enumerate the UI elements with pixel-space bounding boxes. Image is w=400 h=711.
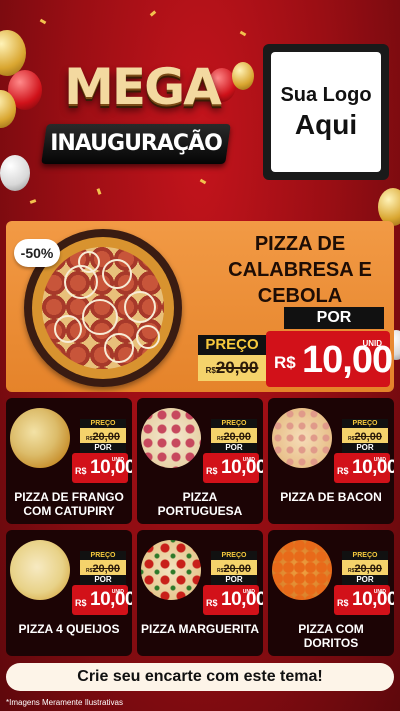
onion-ring xyxy=(54,315,82,343)
pizza-image xyxy=(10,408,70,468)
new-price-value: 10,00 xyxy=(90,457,132,478)
por-label: POR xyxy=(342,443,388,453)
currency-label: R$ xyxy=(337,598,349,608)
product-name: PIZZA 4 QUEIJOS xyxy=(18,622,120,636)
product-card[interactable]: PREÇO R$20,00 POR UNID R$ 10,00 PIZZA MARGUERI… xyxy=(137,530,263,656)
old-price-value: 20,00 xyxy=(223,563,251,575)
disclaimer: *Imagens Meramente Ilustrativas xyxy=(6,698,123,707)
por-label: POR xyxy=(80,575,126,585)
pizza-image xyxy=(272,540,332,600)
old-price-value: 20,00 xyxy=(92,431,120,443)
new-price-value: 10,00 xyxy=(302,339,393,381)
preco-label: PREÇO xyxy=(211,551,257,560)
new-price-value: 10,00 xyxy=(352,589,394,610)
preco-label: PREÇO xyxy=(198,335,266,355)
old-price: R$20,00 xyxy=(342,560,388,575)
por-label: POR xyxy=(80,443,126,453)
old-price: R$20,00 xyxy=(198,355,266,381)
product-card[interactable]: PREÇO R$20,00 POR UNID R$ 10,00 PIZZA DE BACON xyxy=(268,398,394,524)
onion-ring xyxy=(82,299,118,335)
new-price: UNID R$ 10,00 xyxy=(72,453,132,483)
old-price: R$20,00 xyxy=(211,560,257,575)
product-card[interactable]: PREÇO R$20,00 POR UNID R$ 10,00 PIZZA COM DORI… xyxy=(268,530,394,656)
onion-ring xyxy=(136,325,160,349)
product-card[interactable]: PREÇO R$20,00 POR UNID R$ 10,00 PIZZA DE FRANG… xyxy=(6,398,132,524)
new-price: UNID R$ 10,00 xyxy=(334,585,394,615)
old-price-value: 20,00 xyxy=(354,431,382,443)
new-price: UNID R$ 10,00 xyxy=(266,331,393,387)
currency-label: R$ xyxy=(75,466,87,476)
new-price: UNID R$ 10,00 xyxy=(203,453,263,483)
old-price-value: 20,00 xyxy=(92,563,120,575)
gold-balloon xyxy=(232,62,254,90)
currency-label: R$ xyxy=(206,598,218,608)
new-price: UNID R$ 10,00 xyxy=(334,453,394,483)
new-price-value: 10,00 xyxy=(90,589,132,610)
new-price-value: 10,00 xyxy=(221,457,263,478)
discount-badge: -50% xyxy=(14,239,60,267)
por-label: POR xyxy=(211,443,257,453)
title-inauguracao: INAUGURAÇÃO xyxy=(50,131,222,156)
preco-label: PREÇO xyxy=(342,419,388,428)
pizza-image xyxy=(141,408,201,468)
product-name: PIZZA DE BACON xyxy=(280,490,382,504)
por-label: POR xyxy=(284,307,384,329)
featured-product-card[interactable]: -50% PIZZA DE CALABRESA E CEBOLA POR PRE… xyxy=(6,221,394,392)
white-balloon xyxy=(0,155,30,191)
old-price-value: 20,00 xyxy=(215,358,259,377)
preco-label: PREÇO xyxy=(80,419,126,428)
product-name: PIZZA DE FRANGO COM CATUPIRY xyxy=(14,490,124,518)
preco-label: PREÇO xyxy=(342,551,388,560)
new-price-value: 10,00 xyxy=(221,589,263,610)
featured-product-name: PIZZA DE CALABRESA E CEBOLA xyxy=(228,233,372,307)
product-name: PIZZA MARGUERITA xyxy=(141,622,259,636)
onion-ring xyxy=(104,333,134,363)
new-price-value: 10,00 xyxy=(352,457,394,478)
product-name: PIZZA COM DORITOS xyxy=(298,622,364,650)
currency-label: R$ xyxy=(206,466,218,476)
old-price-value: 20,00 xyxy=(354,563,382,575)
cta-button[interactable]: Crie seu encarte com este tema! xyxy=(6,663,394,691)
pizza-image xyxy=(10,540,70,600)
onion-ring xyxy=(78,251,100,273)
logo-text-line2: Aqui xyxy=(294,108,358,140)
currency-label: R$ xyxy=(75,598,87,608)
old-price: R$20,00 xyxy=(80,428,126,443)
new-price: UNID R$ 10,00 xyxy=(203,585,263,615)
onion-ring xyxy=(124,291,156,323)
old-price-currency: R$ xyxy=(205,366,216,375)
preco-label: PREÇO xyxy=(80,551,126,560)
preco-label: PREÇO xyxy=(211,419,257,428)
title-mega: MEGA xyxy=(64,58,222,116)
old-price: R$20,00 xyxy=(211,428,257,443)
old-price: R$20,00 xyxy=(342,428,388,443)
currency-label: R$ xyxy=(337,466,349,476)
pizza-image xyxy=(272,408,332,468)
product-card[interactable]: PREÇO R$20,00 POR UNID R$ 10,00 PIZZA PORTUGUE… xyxy=(137,398,263,524)
por-label: POR xyxy=(211,575,257,585)
old-price: R$20,00 xyxy=(80,560,126,575)
title-banner: INAUGURAÇÃO xyxy=(41,124,231,164)
por-label: POR xyxy=(342,575,388,585)
product-name: PIZZA PORTUGUESA xyxy=(157,490,243,518)
pizza-image xyxy=(141,540,201,600)
onion-ring xyxy=(102,259,132,289)
logo-placeholder[interactable]: Sua Logo Aqui xyxy=(263,44,389,180)
old-price-value: 20,00 xyxy=(223,431,251,443)
logo-text-line1: Sua Logo xyxy=(280,83,372,106)
currency-label: R$ xyxy=(274,353,296,372)
new-price: UNID R$ 10,00 xyxy=(72,585,132,615)
logo-area: Sua Logo Aqui xyxy=(271,52,381,172)
product-card[interactable]: PREÇO R$20,00 POR UNID R$ 10,00 PIZZA 4 QUEIJO… xyxy=(6,530,132,656)
